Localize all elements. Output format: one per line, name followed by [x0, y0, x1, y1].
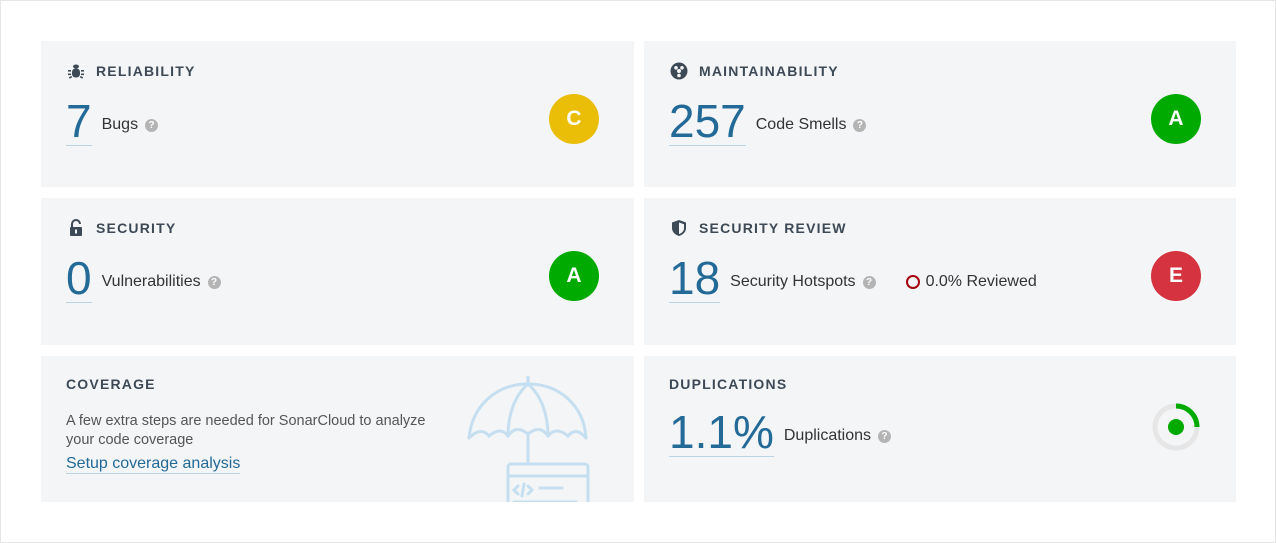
coverage-message: A few extra steps are needed for SonarCl…	[66, 413, 426, 448]
bugs-count-link[interactable]: 7	[66, 98, 92, 146]
security-review-header: SECURITY REVIEW	[669, 218, 847, 238]
security-review-title: SECURITY REVIEW	[699, 220, 847, 236]
duplications-header: DUPLICATIONS	[669, 376, 787, 392]
code-smells-label: Code Smells ?	[756, 116, 867, 134]
vulnerabilities-count-link[interactable]: 0	[66, 255, 92, 303]
security-hotspots-label-text: Security Hotspots	[730, 273, 856, 290]
duplications-label-text: Duplications	[783, 427, 872, 444]
bug-icon	[66, 61, 86, 81]
maintainability-header: MAINTAINABILITY	[669, 61, 839, 81]
security-review-card: SECURITY REVIEW 18 Security Hotspots ? 0…	[644, 198, 1236, 345]
security-card: SECURITY 0 Vulnerabilities ? A	[41, 198, 634, 345]
code-smells-count-link[interactable]: 257	[669, 98, 746, 146]
help-icon[interactable]: ?	[853, 118, 867, 132]
reliability-header: RELIABILITY	[66, 61, 196, 81]
maintainability-title: MAINTAINABILITY	[699, 63, 839, 79]
shield-icon	[669, 218, 689, 238]
maintainability-rating[interactable]: A	[1151, 94, 1201, 144]
security-review-rating[interactable]: E	[1151, 251, 1201, 301]
coverage-card: COVERAGE A few extra steps are needed fo…	[41, 356, 634, 502]
reliability-title: RELIABILITY	[96, 63, 196, 79]
coverage-header: COVERAGE	[66, 376, 156, 392]
bugs-label: Bugs ?	[101, 116, 159, 134]
duplications-card: DUPLICATIONS 1.1% Duplications ?	[644, 356, 1236, 502]
duplications-value-link[interactable]: 1.1%	[669, 409, 774, 457]
code-smells-label-text: Code Smells	[755, 116, 847, 133]
umbrella-illustration-icon	[466, 375, 591, 502]
coverage-title: COVERAGE	[66, 376, 156, 392]
help-icon[interactable]: ?	[878, 429, 892, 443]
maintainability-icon	[669, 61, 689, 81]
duplications-title: DUPLICATIONS	[669, 376, 788, 392]
security-header: SECURITY	[66, 218, 176, 238]
setup-coverage-link[interactable]: Setup coverage analysis	[66, 455, 241, 474]
security-title: SECURITY	[96, 220, 177, 236]
duplications-rating-icon[interactable]	[1151, 402, 1201, 452]
duplications-label: Duplications ?	[783, 427, 892, 445]
reviewed-ring-icon	[905, 275, 920, 289]
security-rating[interactable]: A	[549, 251, 599, 301]
vulnerabilities-label: Vulnerabilities ?	[102, 273, 221, 291]
bugs-label-text: Bugs	[101, 116, 139, 133]
security-hotspots-count-link[interactable]: 18	[669, 255, 721, 303]
unlock-icon	[66, 218, 86, 238]
maintainability-card: MAINTAINABILITY 257 Code Smells ? A	[644, 41, 1236, 187]
hotspots-reviewed[interactable]: 0.0% Reviewed	[905, 273, 1037, 291]
help-icon[interactable]: ?	[862, 275, 876, 289]
reliability-card: RELIABILITY 7 Bugs ? C	[41, 41, 634, 187]
help-icon[interactable]: ?	[145, 118, 159, 132]
vulnerabilities-label-text: Vulnerabilities	[101, 273, 201, 290]
hotspots-reviewed-text: 0.0% Reviewed	[925, 273, 1037, 290]
security-hotspots-label: Security Hotspots ?	[730, 273, 876, 291]
help-icon[interactable]: ?	[207, 275, 221, 289]
reliability-rating[interactable]: C	[549, 94, 599, 144]
